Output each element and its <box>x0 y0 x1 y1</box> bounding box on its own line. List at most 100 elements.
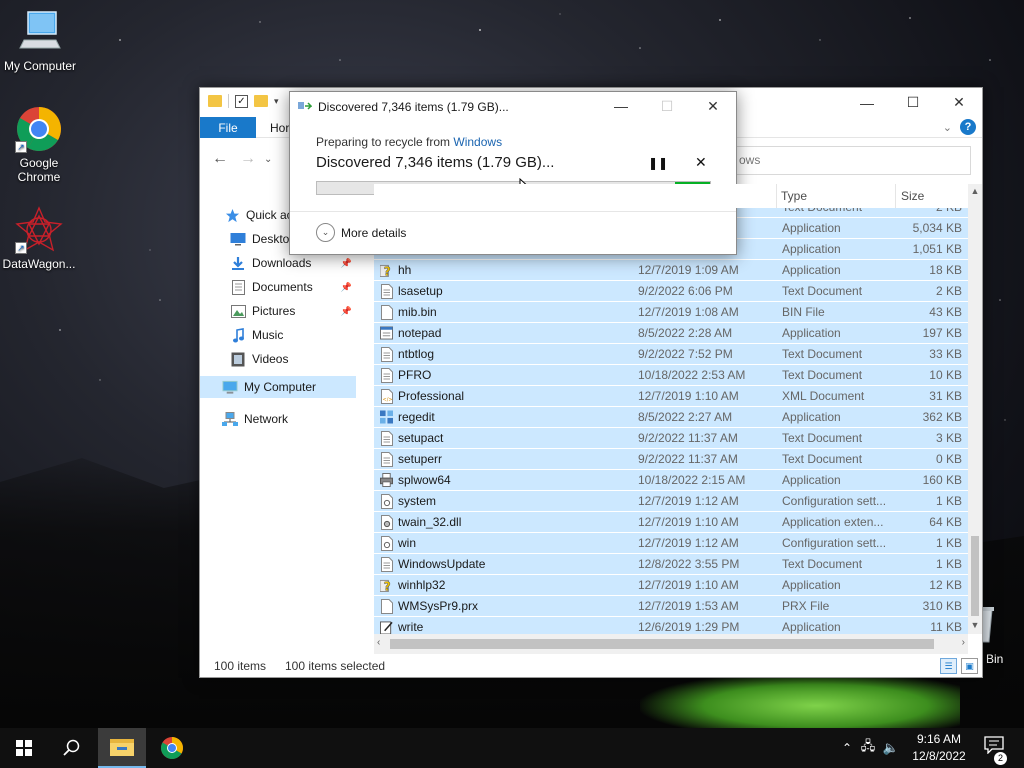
scroll-up-icon[interactable]: ▲ <box>968 186 982 196</box>
forward-arrow-icon[interactable]: → <box>240 150 256 168</box>
recycle-progress-dialog[interactable]: Discovered 7,346 items (1.79 GB)... — ☐ … <box>289 91 737 255</box>
back-arrow-icon[interactable]: ← <box>212 150 228 168</box>
file-row[interactable]: ? winhlp32 12/7/2019 1:10 AM Application 12 … <box>374 575 968 596</box>
taskbar-clock[interactable]: 9:16 AM 12/8/2022 <box>906 731 972 765</box>
file-row[interactable]: WindowsUpdate 12/8/2022 3:55 PM Text Docum… <box>374 554 968 575</box>
file-size: 31 KB <box>929 389 962 403</box>
sidebar-item-pictures[interactable]: Pictures 📌 <box>200 300 356 322</box>
desktop-icon-label: My Computer <box>3 59 77 73</box>
pause-icon[interactable]: ❚❚ <box>648 156 668 170</box>
file-size: 1,051 KB <box>912 242 962 256</box>
more-details-button[interactable]: ⌄ More details <box>316 223 406 242</box>
file-tab[interactable]: File <box>200 117 256 138</box>
desktop-icon-datawagon[interactable]: ↗ DataWagon... <box>0 206 79 271</box>
details-view-icon[interactable]: ☰ <box>940 658 957 674</box>
file-type: Application <box>782 578 841 592</box>
taskbar-file-explorer[interactable] <box>98 728 146 768</box>
vertical-scrollbar[interactable]: ▲ ▼ <box>968 184 982 634</box>
scroll-thumb[interactable] <box>971 536 979 616</box>
scroll-down-icon[interactable]: ▼ <box>968 620 982 630</box>
new-folder-icon[interactable] <box>254 95 268 107</box>
file-name: notepad <box>398 326 442 340</box>
file-row[interactable]: system 12/7/2019 1:12 AM Configuration set… <box>374 491 968 512</box>
blank-file-icon <box>380 304 393 320</box>
notification-count-badge: 2 <box>994 752 1007 765</box>
expand-ribbon-icon[interactable]: ⌄ <box>943 121 952 134</box>
network-status-icon[interactable]: 🖧 <box>856 737 880 759</box>
file-date: 10/18/2022 2:53 AM <box>638 368 746 382</box>
dll-file-icon <box>380 514 393 530</box>
system-tray: ⌃ 🖧 🔈 <box>838 728 902 768</box>
recycle-source-text: Preparing to recycle from Windows <box>316 135 502 149</box>
file-type: Application <box>782 221 841 235</box>
close-button[interactable]: ✕ <box>936 88 982 117</box>
sidebar-item-my-computer[interactable]: My Computer <box>200 376 356 398</box>
blank-file-icon <box>380 598 393 614</box>
taskbar-chrome[interactable] <box>148 728 196 768</box>
file-explorer-icon <box>110 739 134 756</box>
scroll-thumb[interactable] <box>390 639 934 649</box>
sidebar-item-documents[interactable]: Documents 📌 <box>200 276 356 298</box>
column-size[interactable]: Size <box>901 189 924 203</box>
scroll-left-icon[interactable]: ‹ <box>377 637 380 648</box>
clock-date: 12/8/2022 <box>912 749 966 763</box>
file-row[interactable]: setuperr 9/2/2022 11:37 AM Text Document 0 … <box>374 449 968 470</box>
file-row[interactable]: ntbtlog 9/2/2022 7:52 PM Text Document 33 K… <box>374 344 968 365</box>
sidebar-item-network[interactable]: Network <box>200 408 356 430</box>
file-row[interactable]: notepad 8/5/2022 2:28 AM Application 197 KB <box>374 323 968 344</box>
download-icon <box>230 255 246 271</box>
file-size: 362 KB <box>922 410 962 424</box>
column-type[interactable]: Type <box>781 189 807 203</box>
file-row[interactable]: mib.bin 12/7/2019 1:08 AM BIN File 43 KB <box>374 302 968 323</box>
text-file-icon <box>380 367 393 383</box>
file-row[interactable]: write 12/6/2019 1:29 PM Application 11 KB <box>374 617 968 634</box>
file-row[interactable]: WMSysPr9.prx 12/7/2019 1:53 AM PRX File 310… <box>374 596 968 617</box>
properties-icon[interactable]: ✓ <box>235 94 248 108</box>
horizontal-scrollbar[interactable]: ‹ › <box>374 634 968 654</box>
sidebar-item-music[interactable]: Music <box>200 324 356 346</box>
file-row[interactable]: lsasetup 9/2/2022 6:06 PM Text Document 2 K… <box>374 281 968 302</box>
pin-icon[interactable]: 📌 <box>341 306 352 317</box>
home-tab[interactable]: Hor <box>270 121 289 135</box>
recent-locations-icon[interactable]: ⌄ <box>264 154 272 165</box>
recycle-bin-label: Bin <box>986 652 1004 666</box>
sidebar-item-videos[interactable]: Videos <box>200 348 356 370</box>
search-icon <box>63 739 80 756</box>
file-type: Configuration sett... <box>782 494 887 508</box>
maximize-button[interactable]: ☐ <box>890 88 936 117</box>
file-name: twain_32.dll <box>398 515 462 529</box>
dialog-minimize-button[interactable]: — <box>598 92 644 120</box>
file-rows: Text Document2 KBMApplication5,034 KBMAp… <box>374 208 968 634</box>
customize-dropdown-icon[interactable]: ▾ <box>274 96 279 107</box>
pin-icon[interactable]: 📌 <box>341 258 352 269</box>
scroll-right-icon[interactable]: › <box>962 637 965 648</box>
recycle-source-link[interactable]: Windows <box>453 135 502 149</box>
search-input[interactable]: ows <box>730 146 971 175</box>
item-count: 100 items <box>214 659 267 673</box>
volume-icon[interactable]: 🔈 <box>880 740 902 756</box>
desktop-icon-my-computer[interactable]: My Computer <box>0 8 80 73</box>
sidebar-item-downloads[interactable]: Downloads 📌 <box>200 252 356 274</box>
minimize-button[interactable]: — <box>844 88 890 117</box>
search-button[interactable] <box>48 728 96 768</box>
large-icons-view-icon[interactable]: ▣ <box>961 658 978 674</box>
file-size: 1 KB <box>935 494 962 508</box>
file-row[interactable]: ? hh 12/7/2019 1:09 AM Application 18 KB <box>374 260 968 281</box>
show-hidden-icons-icon[interactable]: ⌃ <box>838 741 856 755</box>
start-button[interactable] <box>0 728 48 768</box>
file-row[interactable]: PFRO 10/18/2022 2:53 AM Text Document 10 KB <box>374 365 968 386</box>
desktop-icon-google-chrome[interactable]: ↗ Google Chrome <box>0 105 79 184</box>
file-row[interactable]: </> Professional 12/7/2019 1:10 AM XML Docu… <box>374 386 968 407</box>
file-date: 9/2/2022 6:06 PM <box>638 284 733 298</box>
dialog-close-button[interactable]: ✕ <box>690 92 736 120</box>
file-row[interactable]: regedit 8/5/2022 2:27 AM Application 362 KB <box>374 407 968 428</box>
help-icon[interactable]: ? <box>960 119 976 135</box>
pin-icon[interactable]: 📌 <box>341 282 352 293</box>
network-icon <box>222 411 238 427</box>
file-row[interactable]: twain_32.dll 12/7/2019 1:10 AM Application… <box>374 512 968 533</box>
file-row[interactable]: splwow64 10/18/2022 2:15 AM Application 160… <box>374 470 968 491</box>
file-row[interactable]: win 12/7/2019 1:12 AM Configuration sett..… <box>374 533 968 554</box>
cancel-icon[interactable]: ✕ <box>695 154 707 171</box>
file-row[interactable]: setupact 9/2/2022 11:37 AM Text Document 3 … <box>374 428 968 449</box>
file-size: 33 KB <box>929 347 962 361</box>
